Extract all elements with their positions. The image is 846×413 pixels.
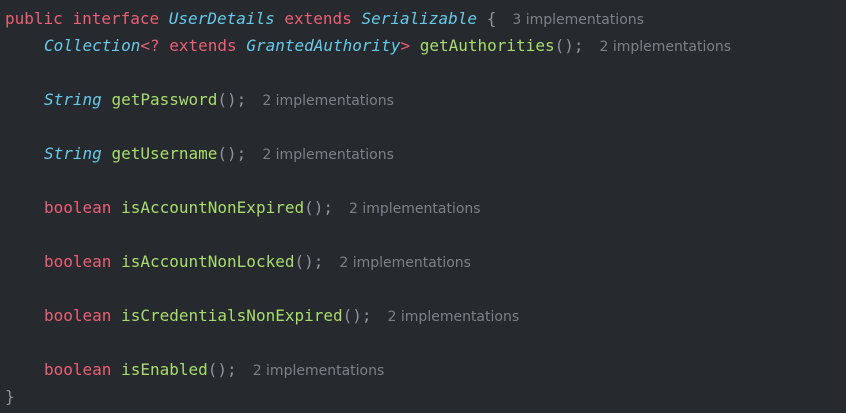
return-type[interactable]: String [44,144,102,163]
method-name[interactable]: isCredentialsNonExpired [121,306,343,325]
closing-brace: } [5,387,15,406]
method-parens: (); [217,90,247,109]
method-parens: (); [217,144,247,163]
method-name[interactable]: isAccountNonLocked [121,252,294,271]
implementations-hint[interactable]: 2 implementations [349,201,481,217]
implementations-hint[interactable]: 2 implementations [262,147,394,163]
code-editor[interactable]: public interface UserDetails extends Ser… [0,0,846,413]
return-type: boolean [44,252,112,271]
method-parens: (); [294,252,324,271]
code-line-interface-declaration: public interface UserDetails extends Ser… [5,6,644,32]
method-parens: (); [304,198,334,217]
implementations-hint[interactable]: 2 implementations [253,363,385,379]
method-name[interactable]: isAccountNonExpired [121,198,304,217]
implementations-hint[interactable]: 2 implementations [599,39,731,55]
keyword-interface: interface [72,9,160,28]
method-parens: (); [207,360,237,379]
return-type[interactable]: String [44,90,102,109]
interface-name[interactable]: UserDetails [169,9,275,28]
code-line-get-authorities: Collection<? extends GrantedAuthority> g… [44,33,731,59]
code-line-is-account-non-expired: boolean isAccountNonExpired(); 2 implemen… [44,195,481,221]
return-type: boolean [44,360,112,379]
code-line-get-password: String getPassword(); 2 implementations [44,87,394,113]
method-name[interactable]: getPassword [111,90,217,109]
generic-open: <? [140,36,160,55]
keyword-extends: extends [169,36,237,55]
keyword-public: public [5,9,63,28]
code-line-get-username: String getUsername(); 2 implementations [44,141,394,167]
method-name[interactable]: isEnabled [121,360,208,379]
opening-brace: { [486,9,497,28]
return-type: boolean [44,198,112,217]
implementations-hint[interactable]: 2 implementations [262,93,394,109]
code-line-is-enabled: boolean isEnabled(); 2 implementations [44,357,384,383]
implementations-hint[interactable]: 2 implementations [388,309,520,325]
code-line-is-credentials-non-expired: boolean isCredentialsNonExpired(); 2 impl… [44,303,519,329]
generic-close: > [400,36,411,55]
method-name[interactable]: getAuthorities [420,36,555,55]
parent-interface-name[interactable]: Serializable [361,9,477,28]
code-line-is-account-non-locked: boolean isAccountNonLocked(); 2 implement… [44,249,471,275]
implementations-hint[interactable]: 2 implementations [339,255,471,271]
implementations-hint[interactable]: 3 implementations [512,12,644,28]
return-type[interactable]: Collection [44,36,140,55]
return-type: boolean [44,306,112,325]
generic-type[interactable]: GrantedAuthority [246,36,400,55]
method-parens: (); [554,36,584,55]
method-name[interactable]: getUsername [111,144,217,163]
method-parens: (); [342,306,372,325]
keyword-extends: extends [284,9,352,28]
code-line-closing-brace: } [5,384,15,410]
